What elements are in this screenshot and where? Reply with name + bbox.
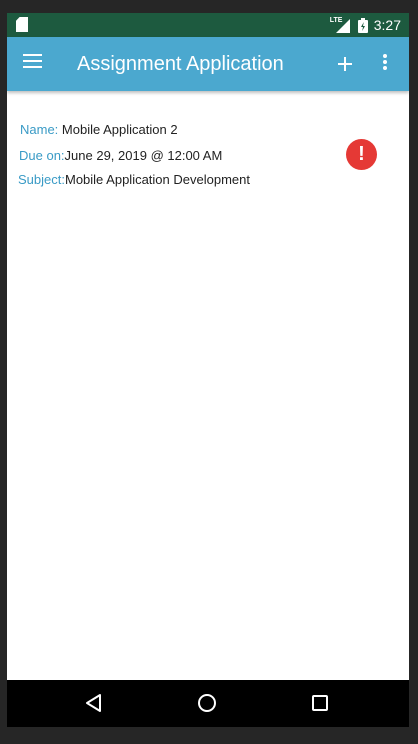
app-bar: Assignment Application (7, 37, 409, 91)
status-bar: LTE 3:27 (7, 13, 409, 37)
due-label: Due on: (19, 148, 65, 163)
alert-icon: ! (346, 139, 377, 170)
name-label: Name: (20, 122, 59, 137)
menu-icon[interactable] (23, 54, 43, 72)
due-value: June 29, 2019 @ 12:00 AM (64, 148, 223, 163)
more-vert-icon[interactable] (379, 54, 391, 74)
app-title: Assignment Application (77, 53, 284, 75)
subject-label: Subject: (18, 172, 65, 187)
status-time: 3:27 (373, 17, 401, 33)
battery-icon (357, 17, 368, 33)
screen: LTE 3:27 Assignment Application Name: Mo… (7, 13, 409, 727)
back-icon[interactable] (69, 680, 119, 727)
recents-icon[interactable] (295, 680, 345, 727)
sd-card-icon (16, 17, 28, 32)
navigation-bar (7, 680, 409, 727)
assignment-list-item[interactable]: Name: Mobile Application 2 Due on:June 2… (7, 91, 409, 201)
status-indicators: LTE 3:27 (330, 13, 401, 37)
add-icon[interactable] (333, 52, 357, 76)
name-value: Mobile Application 2 (61, 122, 178, 137)
lte-signal-icon: LTE (330, 17, 352, 33)
due-row: Due on:June 29, 2019 @ 12:00 AM (19, 148, 222, 163)
name-row: Name: Mobile Application 2 (20, 122, 178, 137)
home-icon[interactable] (182, 680, 232, 727)
subject-row: Subject:Mobile Application Development (18, 172, 250, 187)
device-frame: LTE 3:27 Assignment Application Name: Mo… (0, 0, 418, 744)
subject-value: Mobile Application Development (64, 172, 250, 187)
